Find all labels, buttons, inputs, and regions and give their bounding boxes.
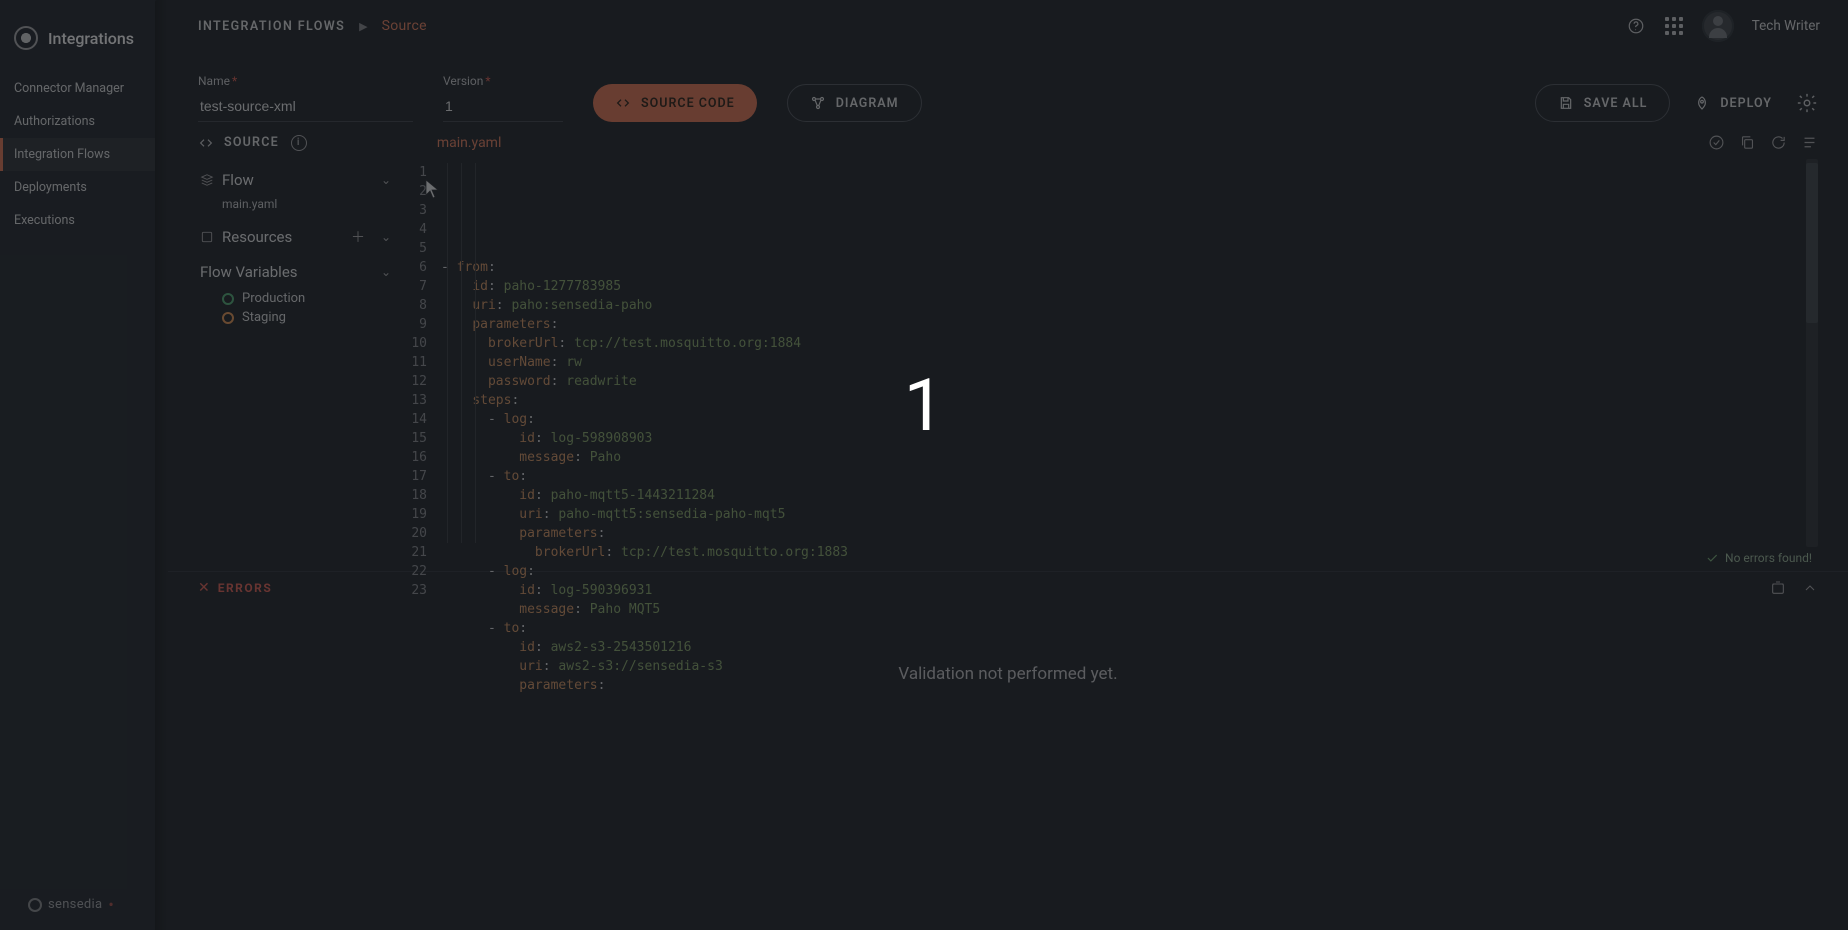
sensedia-logo-icon — [28, 898, 42, 912]
version-input[interactable] — [443, 92, 563, 122]
apps-menu-icon[interactable] — [1664, 16, 1684, 36]
env-dot-green-icon — [222, 293, 234, 305]
brand-label: Integrations — [48, 29, 134, 48]
errors-x-icon: ✕ — [198, 580, 210, 596]
source-code-button[interactable]: SOURCE CODE — [593, 84, 757, 122]
source-tree: Flow ⌄ main.yaml Resources ＋ ⌄ Flow Vari… — [198, 159, 393, 547]
form-row: Name* Version* SOURCE CODE DIAGRAM SAVE — [168, 52, 1848, 122]
brand-logo-icon — [14, 26, 38, 50]
source-section-label: SOURCE i — [198, 135, 307, 151]
editor-scrollbar[interactable] — [1806, 159, 1818, 547]
info-icon[interactable]: i — [291, 135, 307, 151]
sidebar: Integrations Connector ManagerAuthorizat… — [0, 0, 158, 930]
line-gutter: 1234567891011121314151617181920212223 — [393, 159, 437, 547]
diagram-button[interactable]: DIAGRAM — [787, 84, 922, 122]
breadcrumb: INTEGRATION FLOWS ▶ Source — [198, 18, 427, 34]
sidebar-item-connector-manager[interactable]: Connector Manager — [0, 72, 158, 105]
source-bar: SOURCE i main.yaml — [168, 122, 1848, 157]
errors-label: ERRORS — [218, 581, 272, 595]
sidebar-item-authorizations[interactable]: Authorizations — [0, 105, 158, 138]
env-production[interactable]: Production — [198, 291, 393, 306]
help-icon[interactable] — [1626, 16, 1646, 36]
chevron-down-icon: ⌄ — [381, 173, 391, 187]
validate-icon[interactable] — [1708, 134, 1725, 151]
errors-collapse-icon[interactable] — [1802, 580, 1818, 596]
sidebar-shadow — [155, 0, 167, 930]
deploy-button[interactable]: DEPLOY — [1688, 84, 1778, 122]
topbar: INTEGRATION FLOWS ▶ Source Tech Writer — [168, 0, 1848, 52]
tree-flow-variables[interactable]: Flow Variables ⌄ — [198, 257, 393, 287]
sidebar-item-deployments[interactable]: Deployments — [0, 171, 158, 204]
avatar[interactable] — [1702, 10, 1734, 42]
tree-flow[interactable]: Flow ⌄ — [198, 165, 393, 195]
user-area: Tech Writer — [1626, 10, 1820, 42]
user-name: Tech Writer — [1752, 18, 1820, 34]
refresh-icon[interactable] — [1770, 134, 1787, 151]
tree-flow-file[interactable]: main.yaml — [198, 197, 393, 211]
env-staging[interactable]: Staging — [198, 310, 393, 325]
version-label: Version* — [443, 74, 563, 88]
save-all-button[interactable]: SAVE ALL — [1535, 84, 1671, 122]
sensedia-label: sensedia — [48, 897, 102, 912]
settings-icon[interactable] — [1796, 92, 1818, 114]
chevron-down-icon: ⌄ — [381, 230, 391, 244]
sensedia-dot-accent: • — [108, 900, 114, 910]
env-dot-orange-icon — [222, 312, 234, 324]
add-resource-icon[interactable]: ＋ — [351, 227, 365, 247]
brand: Integrations — [0, 0, 158, 72]
tree-resources[interactable]: Resources ＋ ⌄ — [198, 221, 393, 253]
code-text[interactable]: - from: id: paho-1277783985 uri: paho:se… — [437, 159, 1800, 547]
main: INTEGRATION FLOWS ▶ Source Tech Writer N… — [168, 0, 1848, 930]
name-input[interactable] — [198, 92, 413, 122]
name-label: Name* — [198, 74, 413, 88]
format-icon[interactable] — [1801, 134, 1818, 151]
sidebar-footer: sensedia • — [0, 879, 158, 930]
editor: Flow ⌄ main.yaml Resources ＋ ⌄ Flow Vari… — [168, 157, 1848, 547]
copy-icon[interactable] — [1739, 134, 1756, 151]
chevron-down-icon: ⌄ — [381, 265, 391, 279]
sidebar-nav: Connector ManagerAuthorizationsIntegrati… — [0, 72, 158, 237]
sidebar-item-integration-flows[interactable]: Integration Flows — [0, 138, 158, 171]
editor-tab-main[interactable]: main.yaml — [437, 135, 502, 151]
breadcrumb-sep-icon: ▶ — [359, 20, 367, 33]
breadcrumb-root[interactable]: INTEGRATION FLOWS — [198, 19, 345, 34]
sidebar-item-executions[interactable]: Executions — [0, 204, 158, 237]
code-area[interactable]: 1234567891011121314151617181920212223 - … — [393, 159, 1818, 547]
breadcrumb-current: Source — [382, 18, 427, 34]
